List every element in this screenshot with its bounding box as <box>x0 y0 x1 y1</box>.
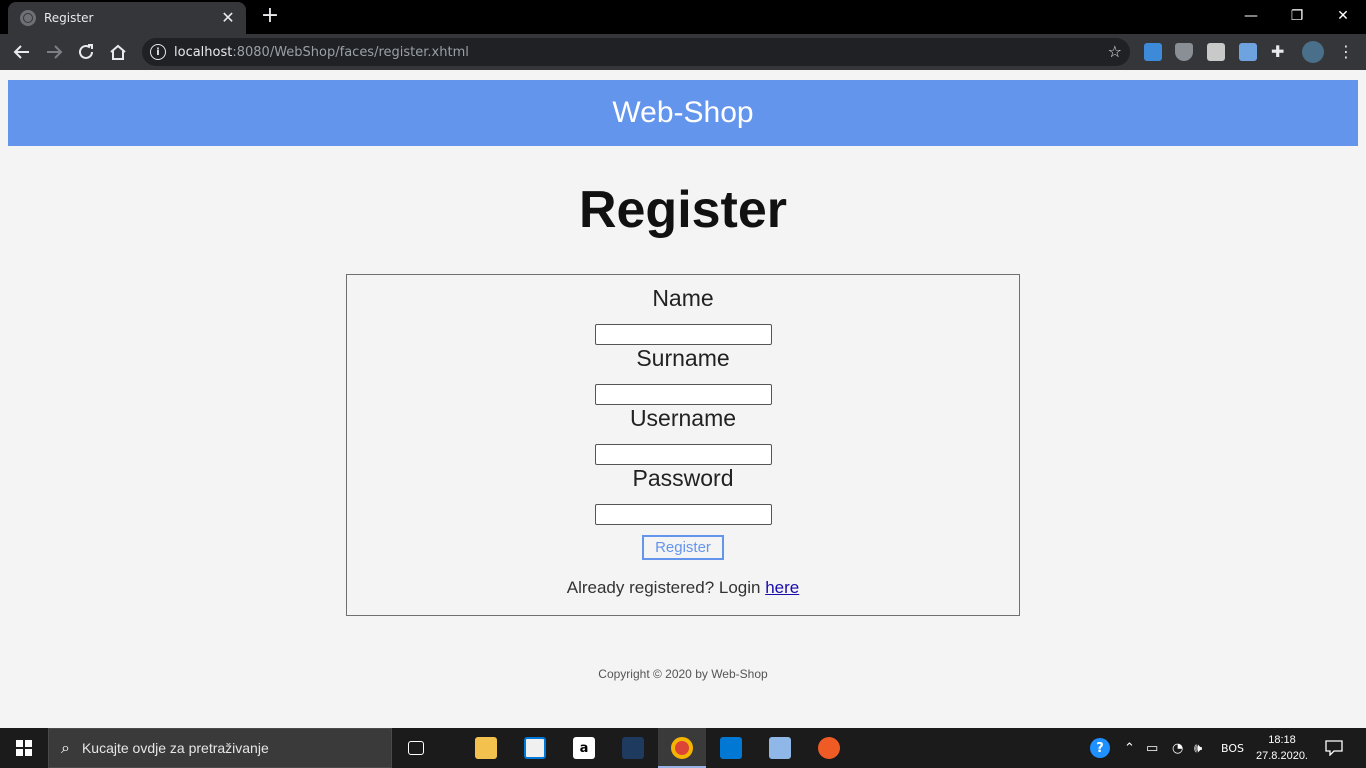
language-indicator[interactable]: BOS <box>1221 728 1244 768</box>
surname-label: Surname <box>636 345 730 371</box>
clock-date: 27.8.2020. <box>1256 750 1308 762</box>
password-label: Password <box>632 465 734 491</box>
username-label: Username <box>629 405 737 431</box>
windows-logo-icon <box>16 740 32 756</box>
close-window-button[interactable]: ✕ <box>1320 0 1366 32</box>
login-prompt: Already registered? Login here <box>347 578 1019 598</box>
browser-toolbar: i localhost:8080/WebShop/faces/register.… <box>0 34 1366 70</box>
puzzle-extensions-icon[interactable]: ✚ <box>1271 43 1289 61</box>
info-icon[interactable]: i <box>150 44 166 60</box>
wifi-icon[interactable]: ◔ <box>1172 728 1183 768</box>
vscode-icon[interactable] <box>707 728 755 768</box>
screen-extension-icon[interactable] <box>1207 43 1225 61</box>
tab-title: Register <box>44 11 94 25</box>
download-extension-icon[interactable] <box>1144 43 1162 61</box>
forward-arrow-icon[interactable] <box>42 40 66 64</box>
notifications-icon[interactable] <box>1324 728 1344 768</box>
reload-icon[interactable] <box>74 40 98 64</box>
site-header: Web-Shop <box>8 80 1358 146</box>
database-app-icon[interactable] <box>609 728 657 768</box>
login-here-link[interactable]: here <box>765 578 799 597</box>
globe-icon <box>20 10 36 26</box>
register-form: Name Surname Username Password Register … <box>346 274 1020 616</box>
battery-icon[interactable]: ▭ <box>1146 728 1158 768</box>
page-content: Web-Shop Register Name Surname Username … <box>0 70 1366 728</box>
task-view-icon[interactable] <box>392 728 440 768</box>
bookmark-star-icon[interactable]: ☆ <box>1108 42 1122 61</box>
page-title: Register <box>578 181 788 239</box>
address-bar[interactable]: i localhost:8080/WebShop/faces/register.… <box>142 38 1130 66</box>
name-label: Name <box>652 285 714 311</box>
search-icon: ⌕ <box>61 738 70 757</box>
taskbar-search[interactable]: ⌕ Kucajte ovdje za pretraživanje <box>48 728 392 768</box>
login-prompt-text: Already registered? Login <box>566 578 761 597</box>
surname-input[interactable] <box>595 384 772 405</box>
search-placeholder: Kucajte ovdje za pretraživanje <box>81 740 269 756</box>
help-tray-icon[interactable]: ? <box>1090 728 1110 768</box>
browser-tab[interactable]: Register ✕ <box>8 2 246 34</box>
username-input[interactable] <box>595 444 772 465</box>
clock-time: 18:18 <box>1268 734 1296 746</box>
new-tab-button[interactable]: + <box>258 5 282 27</box>
chrome-icon[interactable] <box>658 728 706 768</box>
name-input[interactable] <box>595 324 772 345</box>
register-button[interactable]: Register <box>642 535 724 560</box>
shield-extension-icon[interactable] <box>1175 43 1193 61</box>
cube-extension-icon[interactable] <box>1239 43 1257 61</box>
tab-close-icon[interactable]: ✕ <box>220 10 236 26</box>
minimize-button[interactable]: — <box>1228 0 1274 32</box>
start-button[interactable] <box>0 728 48 768</box>
postman-icon[interactable] <box>805 728 853 768</box>
back-arrow-icon[interactable] <box>10 40 34 64</box>
profile-avatar[interactable] <box>1302 41 1324 63</box>
window-controls: — ❐ ✕ <box>1228 0 1366 32</box>
home-icon[interactable] <box>106 40 130 64</box>
store-icon[interactable] <box>511 728 559 768</box>
windows-taskbar: ⌕ Kucajte ovdje za pretraživanje a ? ⌃ ▭… <box>0 728 1366 768</box>
virtualbox-icon[interactable] <box>756 728 804 768</box>
restore-button[interactable]: ❐ <box>1274 0 1320 32</box>
file-explorer-icon[interactable] <box>462 728 510 768</box>
site-brand: Web-Shop <box>612 96 754 129</box>
url-text[interactable]: localhost:8080/WebShop/faces/register.xh… <box>174 45 469 60</box>
copyright-footer: Copyright © 2020 by Web-Shop <box>598 667 768 681</box>
clock[interactable]: 18:18 27.8.2020. <box>1250 732 1314 764</box>
volume-icon[interactable]: 🕪 <box>1194 728 1202 768</box>
amazon-icon[interactable]: a <box>560 728 608 768</box>
browser-menu-icon[interactable]: ⋮ <box>1338 43 1354 61</box>
browser-tab-strip: Register ✕ + — ❐ ✕ <box>0 0 1366 34</box>
password-input[interactable] <box>595 504 772 525</box>
show-hidden-icons-icon[interactable]: ⌃ <box>1124 728 1135 768</box>
